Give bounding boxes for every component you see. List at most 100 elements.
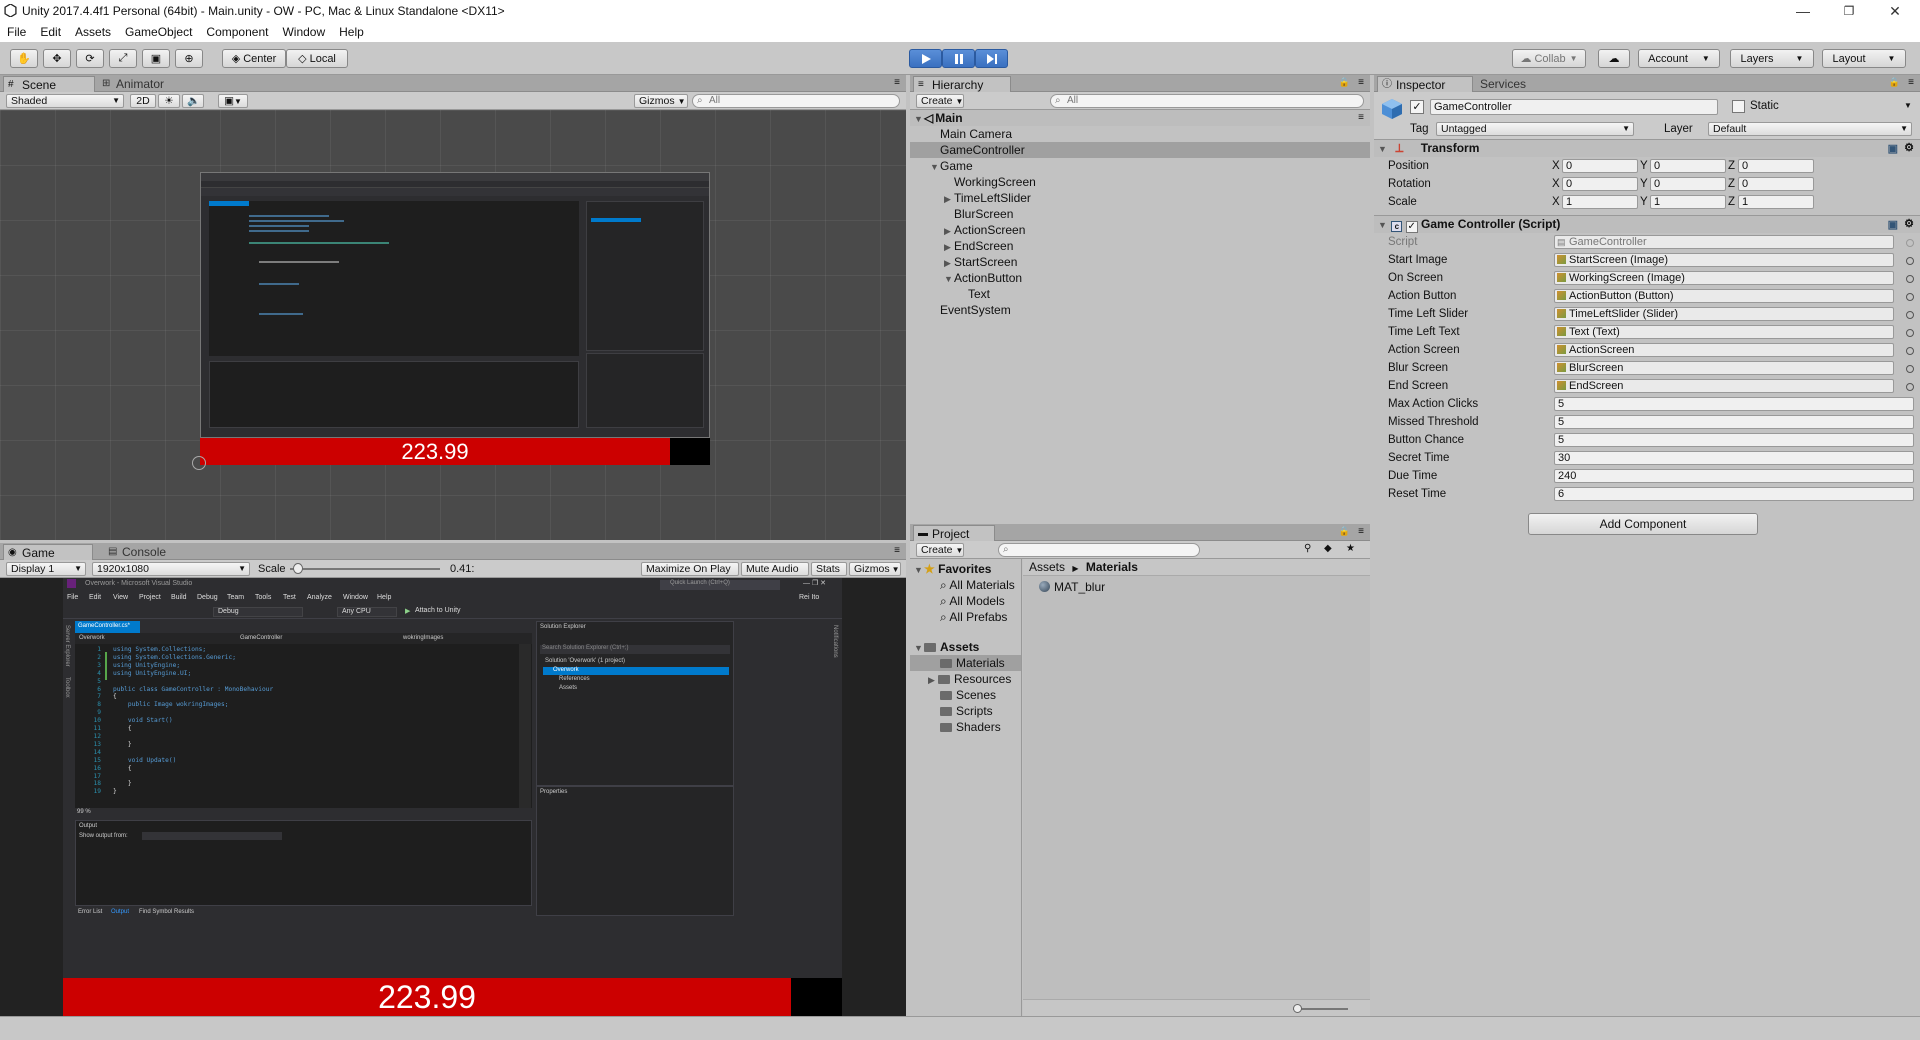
object-picker-icon[interactable] (1906, 311, 1914, 319)
breadcrumb-assets[interactable]: Assets (1029, 560, 1065, 574)
favorite-all-models[interactable]: ⌕ All Models (910, 593, 1021, 609)
tab-game[interactable]: ◉ Game (3, 544, 93, 560)
static-checkbox[interactable] (1732, 100, 1745, 113)
vs-code-editor[interactable]: 1 using System.Collections; 2 using System.… (75, 644, 532, 808)
vs-menu-build[interactable]: Build (171, 594, 187, 601)
folder-scripts[interactable]: Scripts (910, 703, 1021, 719)
tab-animator[interactable]: ⊞ Animator (98, 76, 194, 92)
hierarchy-item[interactable]: ▶ TimeLeftSlider (910, 190, 1370, 206)
effects-dropdown[interactable]: ▣▼ (218, 94, 248, 108)
number-field[interactable]: 5 (1554, 415, 1914, 429)
transform-z-field[interactable]: 1 (1738, 195, 1814, 209)
panel-menu-icon[interactable]: ≡ (1358, 77, 1364, 88)
canvas-pivot-handle[interactable] (192, 456, 206, 470)
transform-y-field[interactable]: 1 (1650, 195, 1726, 209)
vs-menu-view[interactable]: View (113, 594, 128, 601)
help-book-icon[interactable]: ▣ (1888, 141, 1898, 158)
play-button[interactable] (909, 49, 942, 68)
game-gizmos-dropdown[interactable]: Gizmos ▼ (849, 562, 901, 576)
menu-help[interactable]: Help (332, 25, 371, 39)
number-field[interactable]: 30 (1554, 451, 1914, 465)
pause-button[interactable] (942, 49, 975, 68)
menu-component[interactable]: Component (199, 25, 275, 39)
vs-attach-button[interactable]: Attach to Unity (415, 607, 461, 614)
object-reference-field[interactable]: BlurScreen (1554, 361, 1894, 375)
vs-window-controls[interactable]: — ❐ ✕ (803, 579, 826, 587)
hierarchy-item[interactable]: WorkingScreen (910, 174, 1370, 190)
favorite-all-prefabs[interactable]: ⌕ All Prefabs (910, 609, 1021, 625)
transform-y-field[interactable]: 0 (1650, 159, 1726, 173)
minimize-button[interactable]: — (1780, 0, 1826, 22)
vs-menu-edit[interactable]: Edit (89, 594, 101, 601)
tag-dropdown[interactable]: Untagged ▼ (1436, 122, 1634, 136)
step-button[interactable] (975, 49, 1008, 68)
object-picker-icon[interactable] (1906, 383, 1914, 391)
vs-tab-find-symbol[interactable]: Find Symbol Results (139, 909, 194, 915)
object-reference-field[interactable]: Text (Text) (1554, 325, 1894, 339)
hierarchy-item[interactable]: BlurScreen (910, 206, 1370, 222)
object-reference-field[interactable]: WorkingScreen (Image) (1554, 271, 1894, 285)
panel-menu-icon[interactable]: ≡ (1358, 526, 1364, 537)
hierarchy-item[interactable]: ▶ ActionScreen (910, 222, 1370, 238)
expand-arrow-icon[interactable]: ▼ (930, 159, 940, 175)
vs-menu-test[interactable]: Test (283, 594, 296, 601)
expand-arrow-icon[interactable]: ▼ (944, 271, 954, 287)
vs-menu-debug[interactable]: Debug (197, 594, 218, 601)
hierarchy-create-dropdown[interactable]: Create ▼ (916, 94, 964, 108)
pivot-center-toggle[interactable]: ◈ Center (222, 49, 286, 68)
number-field[interactable]: 5 (1554, 397, 1914, 411)
tab-hierarchy[interactable]: ≡ Hierarchy (913, 76, 1011, 92)
hierarchy-item[interactable]: EventSystem (910, 302, 1370, 318)
assets-root[interactable]: ▼ Assets (910, 639, 1021, 655)
vs-menu-team[interactable]: Team (227, 594, 244, 601)
collab-dropdown[interactable]: ☁ Collab ▼ (1512, 49, 1586, 68)
transform-x-field[interactable]: 1 (1562, 195, 1638, 209)
collapse-arrow-icon[interactable]: ▶ (944, 239, 954, 255)
audio-toggle[interactable]: 🔈 (182, 94, 204, 108)
vs-menu-help[interactable]: Help (377, 594, 391, 601)
object-picker-icon[interactable] (1906, 329, 1914, 337)
component-gear-icon[interactable]: ⚙ (1904, 140, 1914, 157)
favorite-star-icon[interactable]: ★ (1346, 543, 1355, 554)
number-field[interactable]: 5 (1554, 433, 1914, 447)
lighting-toggle[interactable]: ☀ (158, 94, 180, 108)
panel-menu-icon[interactable]: ≡ (894, 545, 900, 556)
tab-console[interactable]: ▤ Console (104, 544, 194, 560)
active-checkbox[interactable]: ✓ (1410, 100, 1424, 114)
object-reference-field[interactable]: EndScreen (1554, 379, 1894, 393)
close-button[interactable]: ✕ (1872, 0, 1918, 22)
vs-menu-analyze[interactable]: Analyze (307, 594, 332, 601)
project-create-dropdown[interactable]: Create ▼ (916, 543, 964, 557)
hierarchy-item[interactable]: Text (910, 286, 1370, 302)
vs-project-node[interactable]: Overwork (543, 667, 729, 675)
menu-assets[interactable]: Assets (68, 25, 118, 39)
object-name-field[interactable]: GameController (1430, 99, 1718, 115)
vs-editor-scrollbar[interactable] (519, 644, 531, 808)
asset-mat-blur[interactable]: MAT_blur (1023, 579, 1370, 595)
add-component-button[interactable]: Add Component (1528, 513, 1758, 535)
vs-menu-tools[interactable]: Tools (255, 594, 271, 601)
lock-icon[interactable]: 🔒 (1339, 77, 1350, 88)
hierarchy-search-input[interactable]: ⌕ All (1050, 94, 1364, 108)
icon-size-slider[interactable] (1293, 1004, 1348, 1013)
vs-assets-node[interactable]: Assets (559, 685, 577, 691)
vs-zoom-level[interactable]: 99 % (77, 809, 91, 815)
vs-user[interactable]: Rei Ito (799, 594, 819, 601)
help-book-icon[interactable]: ▣ (1888, 217, 1898, 234)
object-reference-field[interactable]: TimeLeftSlider (Slider) (1554, 307, 1894, 321)
object-picker-icon[interactable] (1906, 365, 1914, 373)
tab-project[interactable]: ▬ Project (913, 525, 995, 541)
vs-menu-project[interactable]: Project (139, 594, 161, 601)
resolution-dropdown[interactable]: 1920x1080 ▼ (92, 562, 250, 576)
hierarchy-item[interactable]: ▶ EndScreen (910, 238, 1370, 254)
lock-icon[interactable]: 🔒 (1889, 77, 1900, 88)
vs-menu-window[interactable]: Window (343, 594, 368, 601)
mute-audio-toggle[interactable]: Mute Audio (741, 562, 809, 576)
transform-y-field[interactable]: 0 (1650, 177, 1726, 191)
account-dropdown[interactable]: Account ▼ (1638, 49, 1720, 68)
rect-tool-button[interactable]: ▣ (142, 49, 170, 68)
display-dropdown[interactable]: Display 1 ▼ (6, 562, 86, 576)
static-dropdown-arrow-icon[interactable]: ▼ (1904, 101, 1912, 110)
folder-materials[interactable]: Materials (910, 655, 1021, 671)
vs-platform-dropdown[interactable]: Any CPU (337, 607, 397, 617)
